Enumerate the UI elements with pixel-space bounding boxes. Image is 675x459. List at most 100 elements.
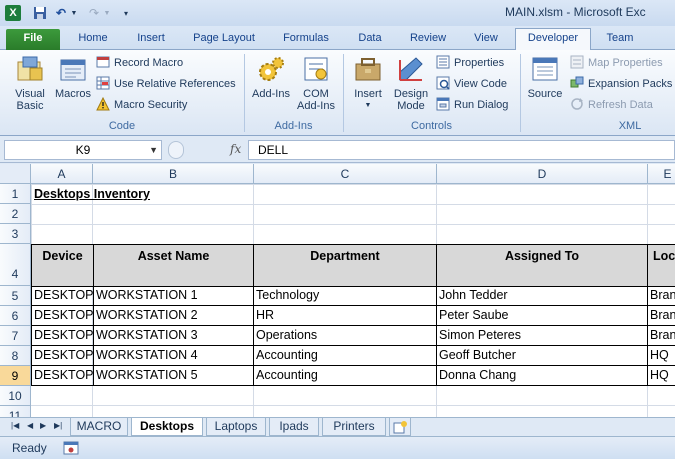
cell-assigned-to[interactable]: Geoff Butcher [437,346,648,366]
name-box[interactable]: K9 ▼ [4,140,162,160]
record-macro-button[interactable]: Record Macro [96,55,183,71]
header-cell-assigned-to[interactable]: Assigned To [437,244,648,287]
worksheet-grid[interactable]: A B C D E 1 2 3 4 5 6 7 8 9 10 11 Deskto… [0,164,675,417]
use-relative-references-button[interactable]: Use Relative References [96,76,236,92]
macros-button[interactable]: Macros [54,54,92,100]
refresh-data-label: Refresh Data [588,99,653,111]
row-header-2[interactable]: 2 [0,204,31,224]
last-sheet-icon[interactable]: ▶| [54,421,62,430]
cell-device[interactable]: DESKTOP [31,326,94,346]
next-sheet-icon[interactable]: ▶ [40,421,46,430]
save-icon[interactable] [32,5,48,21]
column-header-e[interactable]: E [648,164,675,184]
row-header-3[interactable]: 3 [0,224,31,244]
excel-app-icon[interactable]: X [5,5,21,21]
cell-device[interactable]: DESKTOP [31,366,94,386]
formula-input[interactable]: DELL [248,140,675,160]
cell-location[interactable]: Bran [648,326,675,346]
properties-button[interactable]: Properties [436,55,504,71]
sheet-tab-macro[interactable]: MACRO [70,418,128,436]
cell-department[interactable]: Accounting [254,346,437,366]
first-sheet-icon[interactable]: |◀ [11,421,19,430]
design-mode-button[interactable]: Design Mode [390,54,432,112]
map-properties-button[interactable]: Map Properties [570,55,663,71]
header-cell-asset-name[interactable]: Asset Name [94,244,254,287]
tab-home[interactable]: Home [70,29,116,50]
insert-sheet-icon[interactable] [389,418,411,436]
sheet-tab-ipads[interactable]: Ipads [269,418,319,436]
row-header-10[interactable]: 10 [0,386,31,406]
formula-bar-resize-icon[interactable] [168,141,184,159]
tab-file[interactable]: File [6,29,60,50]
chevron-down-icon[interactable]: ▼ [149,141,158,159]
macro-security-button[interactable]: Macro Security [96,96,187,113]
add-ins-label: Add-Ins [252,88,290,100]
cell-location[interactable]: HQ [648,366,675,386]
tab-formulas[interactable]: Formulas [275,29,337,50]
cell-location[interactable]: Bran [648,306,675,326]
cell-location[interactable]: HQ [648,346,675,366]
row-header-1[interactable]: 1 [0,184,31,204]
cell-device[interactable]: DESKTOP [31,306,94,326]
prev-sheet-icon[interactable]: ◀ [27,421,33,430]
redo-dropdown-icon[interactable]: ▼ [103,5,111,21]
row-header-9[interactable]: 9 [0,366,31,386]
tab-team[interactable]: Team [600,29,640,50]
refresh-data-button[interactable]: Refresh Data [570,97,653,113]
xml-source-button[interactable]: Source [524,54,566,100]
column-header-b[interactable]: B [93,164,254,184]
row-header-8[interactable]: 8 [0,346,31,366]
undo-dropdown-icon[interactable]: ▼ [70,5,78,21]
cell-assigned-to[interactable]: Simon Peteres [437,326,648,346]
cell-location[interactable]: Bran [648,286,675,306]
row-header-4[interactable]: 4 [0,244,31,286]
column-header-a[interactable]: A [31,164,93,184]
insert-function-icon[interactable]: fx [230,142,241,156]
expansion-packs-button[interactable]: Expansion Packs [570,76,672,92]
macro-recording-icon[interactable] [63,440,79,456]
add-ins-button[interactable]: Add-Ins [249,54,293,100]
com-add-ins-button[interactable]: COM Add-Ins [295,54,337,112]
cell-device[interactable]: DESKTOP [31,346,94,366]
view-code-button[interactable]: View Code [436,76,507,92]
cell-asset-name[interactable]: WORKSTATION 2 [94,306,254,326]
cell-assigned-to[interactable]: John Tedder [437,286,648,306]
header-cell-department[interactable]: Department [254,244,437,287]
tab-page-layout[interactable]: Page Layout [186,29,262,50]
tab-review[interactable]: Review [402,29,454,50]
row-header-7[interactable]: 7 [0,326,31,346]
cell-asset-name[interactable]: WORKSTATION 1 [94,286,254,306]
cell-asset-name[interactable]: WORKSTATION 4 [94,346,254,366]
sheet-tab-desktops[interactable]: Desktops [131,418,203,436]
sheet-title[interactable]: Desktops Inventory [34,187,150,201]
tab-insert[interactable]: Insert [128,29,174,50]
sheet-tab-printers[interactable]: Printers [322,418,386,436]
tab-data[interactable]: Data [350,29,390,50]
header-cell-device[interactable]: Device [31,244,94,287]
column-header-d[interactable]: D [437,164,648,184]
cell-asset-name[interactable]: WORKSTATION 5 [94,366,254,386]
sheet-tab-laptops[interactable]: Laptops [206,418,266,436]
cell-device[interactable]: DESKTOP [31,286,94,306]
cell-department[interactable]: HR [254,306,437,326]
header-cell-location[interactable]: Loc [648,244,675,287]
cell-department[interactable]: Accounting [254,366,437,386]
column-header-c[interactable]: C [254,164,437,184]
select-all-corner[interactable] [0,164,31,184]
run-dialog-button[interactable]: Run Dialog [436,97,508,113]
insert-control-button[interactable]: Insert ▼ [348,54,388,112]
tab-developer[interactable]: Developer [515,28,591,50]
row-header-6[interactable]: 6 [0,306,31,326]
cell-department[interactable]: Operations [254,326,437,346]
undo-icon[interactable]: ↶ [53,5,69,21]
redo-icon[interactable]: ↷ [86,5,102,21]
cell-department[interactable]: Technology [254,286,437,306]
cell-assigned-to[interactable]: Peter Saube [437,306,648,326]
visual-basic-button[interactable]: Visual Basic [8,54,52,112]
row-header-5[interactable]: 5 [0,286,31,306]
customize-qat-icon[interactable]: ▾ [121,5,131,21]
cell-asset-name[interactable]: WORKSTATION 3 [94,326,254,346]
tab-view[interactable]: View [465,29,507,50]
cell-assigned-to[interactable]: Donna Chang [437,366,648,386]
row-header-11[interactable]: 11 [0,406,31,417]
